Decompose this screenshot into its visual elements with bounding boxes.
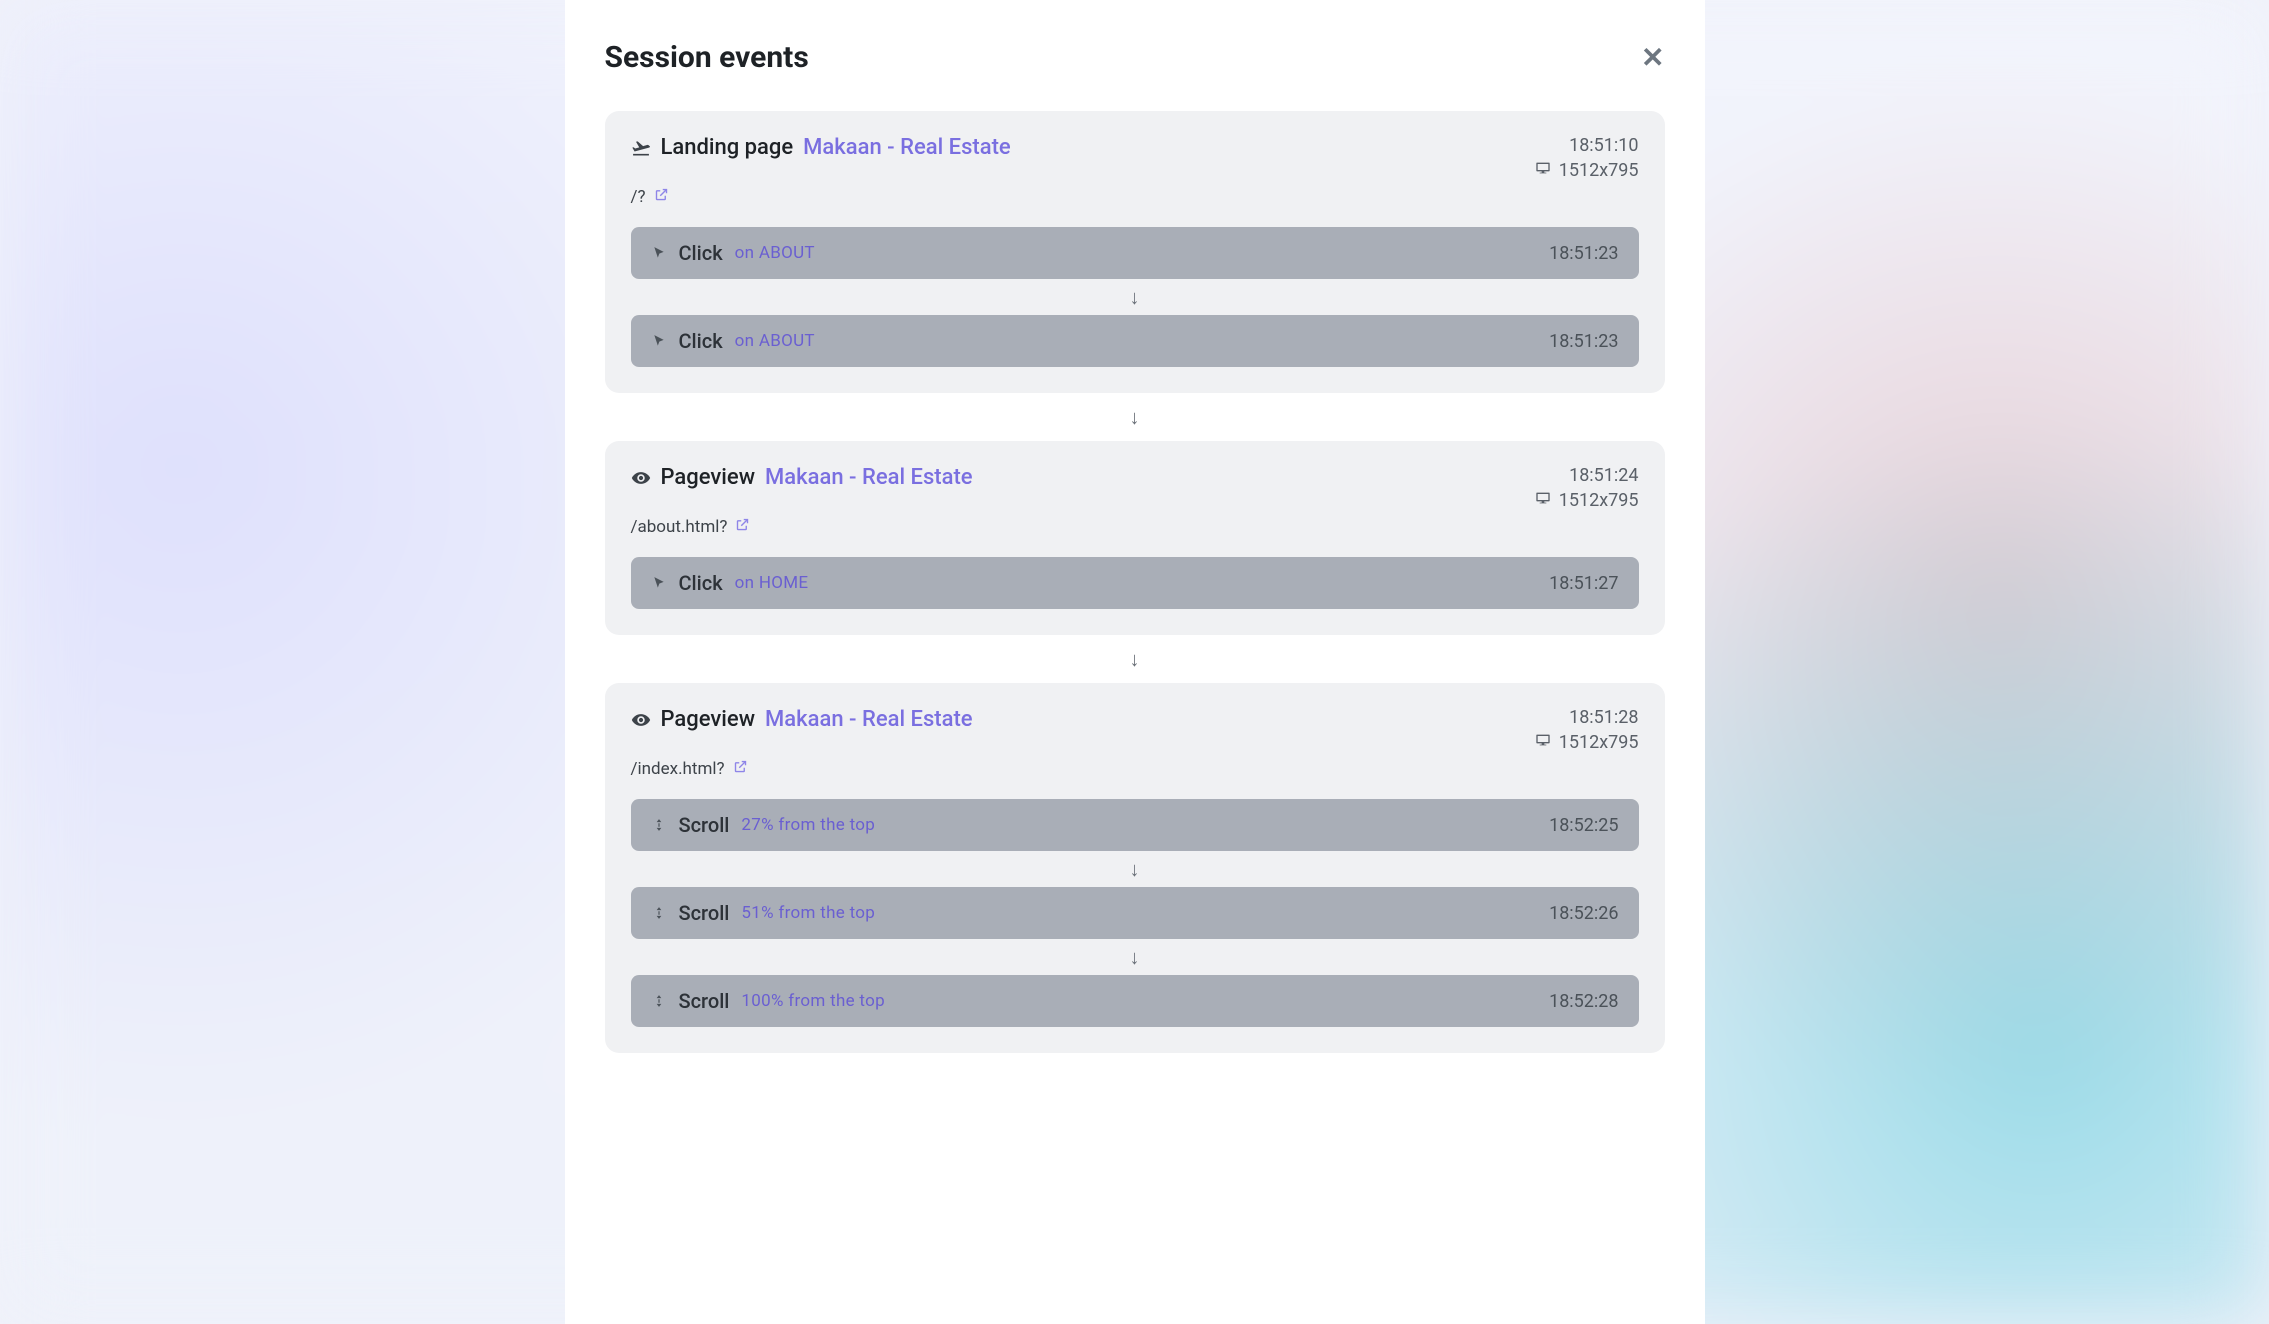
card-header-right: 18:51:24 1512x795 [1535, 465, 1639, 511]
card-page-link[interactable]: Makaan - Real Estate [803, 135, 1011, 160]
cursor-icon [651, 333, 667, 349]
card-header-left: Pageview Makaan - Real Estate [631, 465, 973, 490]
card-page-link[interactable]: Makaan - Real Estate [765, 707, 973, 732]
card-path-row: /about.html? [631, 517, 1639, 537]
event-detail: on HOME [735, 573, 809, 593]
event-row-left: Click on HOME [651, 571, 809, 595]
card-path-row: /? [631, 187, 1639, 207]
event-kind: Scroll [679, 813, 730, 837]
card-header: Landing page Makaan - Real Estate 18:51:10… [631, 135, 1639, 181]
arrow-down-icon: ↓ [631, 939, 1639, 975]
card-time: 18:51:10 [1535, 135, 1639, 156]
event-card: Landing page Makaan - Real Estate 18:51:10… [605, 111, 1665, 393]
arrow-down-icon: ↓ [605, 635, 1665, 683]
card-resolution: 1512x795 [1559, 732, 1639, 753]
scroll-icon [651, 817, 667, 833]
card-header-right: 18:51:28 1512x795 [1535, 707, 1639, 753]
card-header-left: Pageview Makaan - Real Estate [631, 707, 973, 732]
event-row-left: Click on ABOUT [651, 241, 815, 265]
event-row-left: Scroll 51% from the top [651, 901, 876, 925]
event-row-left: Click on ABOUT [651, 329, 815, 353]
event-time: 18:52:28 [1549, 991, 1618, 1012]
event-row-left: Scroll 100% from the top [651, 989, 885, 1013]
event-time: 18:51:27 [1549, 573, 1618, 594]
arrow-down-icon: ↓ [631, 851, 1639, 887]
event-detail: 27% from the top [741, 815, 875, 835]
card-resolution-row: 1512x795 [1535, 160, 1639, 181]
event-kind: Click [679, 571, 723, 595]
external-link-icon[interactable] [733, 759, 748, 779]
event-time: 18:51:23 [1549, 243, 1618, 264]
card-type-label: Pageview [661, 707, 756, 732]
card-resolution: 1512x795 [1559, 490, 1639, 511]
card-time: 18:51:28 [1535, 707, 1639, 728]
cards-container: Landing page Makaan - Real Estate 18:51:10… [605, 111, 1665, 1053]
event-kind: Scroll [679, 989, 730, 1013]
arrow-down-icon: ↓ [605, 393, 1665, 441]
event-kind: Click [679, 241, 723, 265]
card-resolution-row: 1512x795 [1535, 490, 1639, 511]
pageview-icon [631, 468, 651, 488]
cursor-icon [651, 575, 667, 591]
card-time: 18:51:24 [1535, 465, 1639, 486]
close-button[interactable]: ✕ [1641, 44, 1664, 72]
card-type-label: Landing page [661, 135, 794, 160]
card-header: Pageview Makaan - Real Estate 18:51:28 1512… [631, 707, 1639, 753]
event-detail: on ABOUT [735, 243, 815, 263]
card-page-link[interactable]: Makaan - Real Estate [765, 465, 973, 490]
event-time: 18:52:26 [1549, 903, 1618, 924]
scroll-icon [651, 905, 667, 921]
external-link-icon[interactable] [735, 517, 750, 537]
card-resolution-row: 1512x795 [1535, 732, 1639, 753]
event-detail: on ABOUT [735, 331, 815, 351]
event-row[interactable]: Click on HOME 18:51:27 [631, 557, 1639, 609]
event-row[interactable]: Scroll 100% from the top 18:52:28 [631, 975, 1639, 1027]
event-detail: 51% from the top [741, 903, 875, 923]
event-card: Pageview Makaan - Real Estate 18:51:28 1512… [605, 683, 1665, 1053]
monitor-icon [1535, 732, 1551, 753]
modal-header: Session events ✕ [605, 40, 1665, 75]
card-header-right: 18:51:10 1512x795 [1535, 135, 1639, 181]
event-row[interactable]: Scroll 27% from the top 18:52:25 [631, 799, 1639, 851]
monitor-icon [1535, 490, 1551, 511]
card-path: /about.html? [631, 517, 728, 537]
close-icon: ✕ [1641, 42, 1664, 73]
card-type-label: Pageview [661, 465, 756, 490]
event-row-left: Scroll 27% from the top [651, 813, 876, 837]
external-link-icon[interactable] [654, 187, 669, 207]
event-kind: Click [679, 329, 723, 353]
event-card: Pageview Makaan - Real Estate 18:51:24 1512… [605, 441, 1665, 635]
event-time: 18:51:23 [1549, 331, 1618, 352]
modal-title: Session events [605, 40, 809, 75]
session-events-modal: Session events ✕ Landing page Makaan - Re… [565, 0, 1705, 1324]
event-time: 18:52:25 [1549, 815, 1618, 836]
card-header: Pageview Makaan - Real Estate 18:51:24 1512… [631, 465, 1639, 511]
card-path: /? [631, 187, 646, 207]
card-resolution: 1512x795 [1559, 160, 1639, 181]
event-row[interactable]: Click on ABOUT 18:51:23 [631, 315, 1639, 367]
event-kind: Scroll [679, 901, 730, 925]
monitor-icon [1535, 160, 1551, 181]
scroll-icon [651, 993, 667, 1009]
card-header-left: Landing page Makaan - Real Estate [631, 135, 1011, 160]
event-row[interactable]: Scroll 51% from the top 18:52:26 [631, 887, 1639, 939]
event-detail: 100% from the top [741, 991, 885, 1011]
event-row[interactable]: Click on ABOUT 18:51:23 [631, 227, 1639, 279]
pageview-icon [631, 710, 651, 730]
cursor-icon [651, 245, 667, 261]
landing-page-icon [631, 138, 651, 158]
arrow-down-icon: ↓ [631, 279, 1639, 315]
card-path: /index.html? [631, 759, 725, 779]
card-path-row: /index.html? [631, 759, 1639, 779]
